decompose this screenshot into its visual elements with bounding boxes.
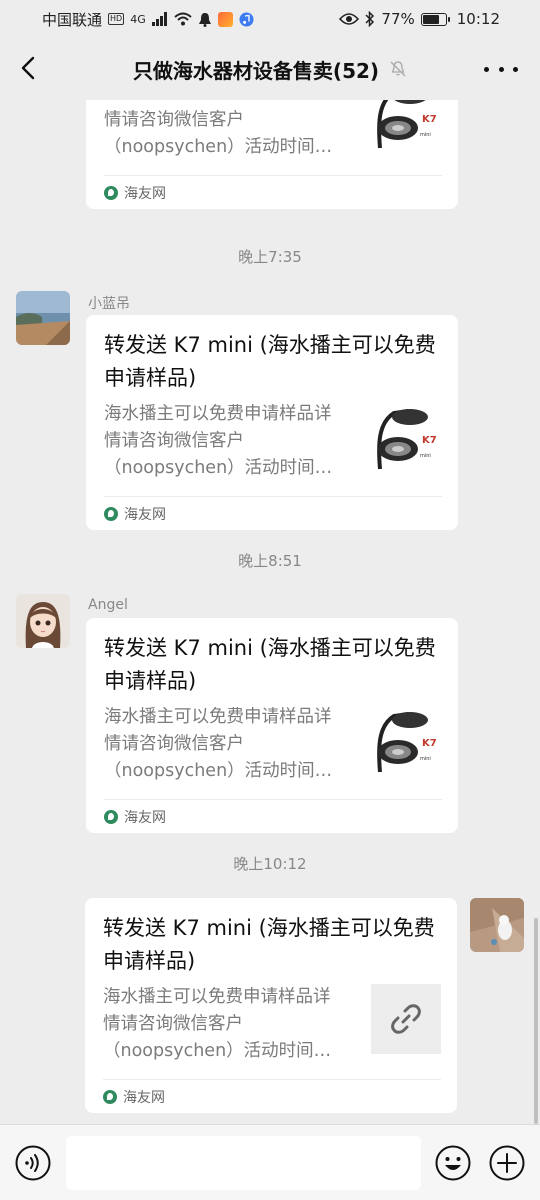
chat-header: 只做海水器材设备售卖(52)	[0, 38, 540, 100]
app-icon	[217, 11, 233, 27]
signal-icon	[151, 12, 167, 26]
card-source-name: 海友网	[124, 185, 166, 202]
card-source: 海友网	[103, 1079, 441, 1113]
chat-message-list[interactable]: 海水播主可以免费申请样品详情请咨询微信客户（noopsychen）活动时间… K…	[0, 100, 540, 1124]
avatar[interactable]	[16, 594, 70, 648]
card-source-name: 海友网	[123, 1089, 165, 1106]
voice-button[interactable]	[15, 1145, 51, 1181]
carrier-label: 中国联通	[42, 10, 103, 29]
haiyou-logo-icon	[104, 506, 118, 521]
chat-scrollbar[interactable]	[534, 918, 538, 1124]
self-avatar-image	[470, 898, 524, 952]
link-card-message[interactable]: 转发送 K7 mini (海水播主可以免费申请样品) 海水播主可以免费申请样品详…	[86, 618, 458, 833]
avatar[interactable]	[16, 291, 70, 345]
svg-text:mini: mini	[420, 132, 431, 138]
status-time: 10:12	[456, 10, 500, 28]
haiyou-logo-icon	[103, 1089, 117, 1104]
chat-input-bar	[0, 1124, 540, 1200]
k7-light-thumbnail: K7 mini	[377, 712, 437, 773]
card-source: 海友网	[104, 799, 442, 833]
card-source-name: 海友网	[124, 809, 166, 826]
notification-icon	[198, 12, 211, 27]
time-divider: 晚上10:12	[233, 855, 307, 873]
link-icon	[391, 1004, 421, 1034]
wifi-icon	[174, 12, 192, 26]
time-divider: 晚上8:51	[238, 552, 302, 570]
card-source: 海友网	[104, 175, 442, 209]
k7-light-thumbnail: K7 mini	[377, 100, 437, 149]
chevron-left-icon	[21, 56, 35, 80]
link-thumbnail	[371, 984, 441, 1054]
more-options-button[interactable]	[484, 56, 518, 82]
page-title: 只做海水器材设备售卖(52)	[132, 58, 380, 83]
card-title: 转发送 K7 mini (海水播主可以免费申请样品)	[104, 333, 436, 390]
k7-light-thumbnail: K7 mini	[377, 409, 437, 470]
battery-icon	[420, 12, 450, 26]
avatar[interactable]	[470, 898, 524, 952]
link-card-message[interactable]: 海水播主可以免费申请样品详情请咨询微信客户（noopsychen）活动时间… K…	[86, 100, 458, 209]
voice-icon	[15, 1145, 51, 1181]
emoji-button[interactable]	[435, 1145, 471, 1181]
more-functions-button[interactable]	[489, 1145, 525, 1181]
eye-icon	[339, 13, 360, 25]
card-title: 转发送 K7 mini (海水播主可以免费申请样品)	[103, 916, 435, 973]
link-card-message[interactable]: 转发送 K7 mini (海水播主可以免费申请样品) 海水播主可以免费申请样品详…	[86, 315, 458, 530]
svg-text:K7: K7	[422, 114, 437, 125]
card-source-name: 海友网	[124, 506, 166, 523]
haiyou-logo-icon	[104, 809, 118, 824]
message-input[interactable]	[66, 1136, 421, 1190]
anime-girl-avatar-image	[16, 594, 70, 648]
card-description: 海水播主可以免费申请样品详情请咨询微信客户（noopsychen）活动时间…	[104, 404, 333, 478]
svg-text:K7: K7	[422, 435, 437, 446]
music-icon	[239, 12, 254, 26]
svg-text:mini: mini	[420, 453, 431, 459]
back-button[interactable]	[12, 52, 44, 84]
card-source: 海友网	[104, 496, 442, 530]
emoji-icon	[435, 1145, 471, 1181]
card-description: 海水播主可以免费申请样品详情请咨询微信客户（noopsychen）活动时间…	[104, 100, 333, 157]
battery-level-fill	[422, 14, 439, 24]
sender-name: 小蓝吊	[88, 296, 130, 312]
beach-avatar-image	[16, 291, 70, 345]
link-card-message[interactable]: 转发送 K7 mini (海水播主可以免费申请样品) 海水播主可以免费申请样品详…	[85, 898, 457, 1113]
bell-off-icon	[389, 60, 407, 78]
plus-icon	[489, 1145, 525, 1181]
svg-text:K7: K7	[422, 738, 437, 749]
status-bar: 中国联通 HD 4G 77% 10:12	[0, 0, 540, 38]
haiyou-logo-icon	[104, 185, 118, 200]
card-description: 海水播主可以免费申请样品详情请咨询微信客户（noopsychen）活动时间…	[103, 987, 332, 1061]
hd-badge: HD	[108, 13, 125, 25]
time-divider: 晚上7:35	[238, 248, 302, 266]
card-title: 转发送 K7 mini (海水播主可以免费申请样品)	[104, 636, 436, 693]
svg-text:mini: mini	[420, 756, 431, 762]
bluetooth-icon	[365, 11, 375, 27]
sender-name: Angel	[88, 597, 128, 613]
card-description: 海水播主可以免费申请样品详情请咨询微信客户（noopsychen）活动时间…	[104, 707, 333, 781]
more-dots-icon	[484, 66, 489, 72]
network-label: 4G	[130, 12, 146, 26]
battery-percent: 77%	[381, 10, 415, 28]
